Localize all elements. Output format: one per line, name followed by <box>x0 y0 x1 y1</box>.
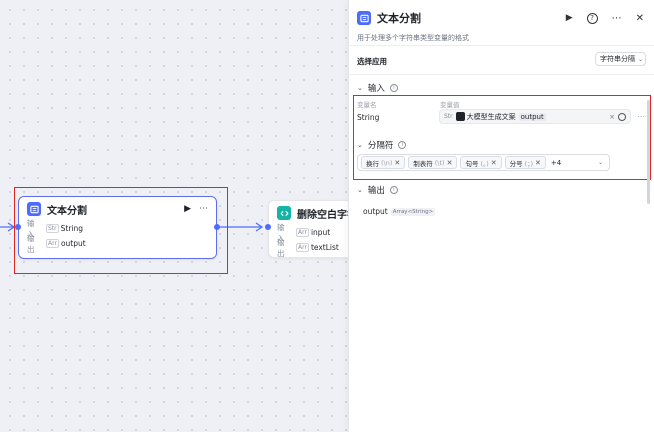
node-output-row: 输出 Arr output <box>27 233 86 254</box>
delimiter-chip[interactable]: 句号 (。) ✕ <box>460 156 502 169</box>
type-badge: Str <box>46 224 59 233</box>
chevron-down-icon: ⌄ <box>357 84 363 92</box>
delimiter-section-header[interactable]: ⌄ 分隔符 i <box>357 139 407 151</box>
remove-icon[interactable]: ✕ <box>447 159 453 167</box>
input-section-header[interactable]: ⌄ 输入 i <box>357 82 398 94</box>
type-badge: Str <box>444 113 453 120</box>
close-icon[interactable]: ✕ <box>636 13 644 24</box>
node-input-row: 输入 Str String <box>27 218 84 239</box>
remove-icon[interactable]: ✕ <box>535 159 541 167</box>
node-title: 文本分割 <box>47 205 87 217</box>
delimiter-chip[interactable]: 换行 (\n) ✕ <box>361 156 406 169</box>
type-badge: Array<String> <box>390 207 436 216</box>
type-badge: Arr <box>296 228 309 237</box>
remove-icon[interactable]: ✕ <box>491 159 497 167</box>
clear-icon[interactable]: × <box>609 113 615 121</box>
remove-icon[interactable]: ✕ <box>394 159 400 167</box>
type-badge: Arr <box>46 239 59 248</box>
panel-title: 文本分割 <box>377 12 421 25</box>
node-config-panel: 文本分割 ▶ ? ⋯ ✕ 用于处理多个字符串类型变量的格式 选择应用 字符串分隔… <box>348 0 654 432</box>
more-icon[interactable]: ⋯ <box>612 13 622 24</box>
col-var-name: 变量名 <box>357 101 377 109</box>
select-app-dropdown[interactable]: 字符串分隔 ⌄ <box>595 52 646 66</box>
delimiter-multiselect[interactable]: 换行 (\n) ✕ 制表符 (\t) ✕ 句号 (。) ✕ 分号 (；) ✕ +4 ⌄ <box>357 154 610 171</box>
input-port[interactable] <box>265 224 271 230</box>
output-var-row: output Array<String> <box>363 207 436 216</box>
info-icon: i <box>398 141 407 149</box>
text-split-icon <box>357 11 371 25</box>
input-var-name: String <box>357 113 380 122</box>
col-var-value: 变量值 <box>440 101 460 109</box>
chevron-down-icon: ⌄ <box>597 159 603 166</box>
panel-scrollbar[interactable] <box>647 100 650 204</box>
input-port[interactable] <box>15 224 21 230</box>
chevron-down-icon: ⌄ <box>357 186 363 194</box>
text-split-icon <box>27 202 41 216</box>
row-more-icon[interactable]: ⋯ <box>637 112 645 121</box>
play-icon[interactable]: ▶ <box>184 204 191 214</box>
divider <box>349 45 654 46</box>
chevron-down-icon: ⌄ <box>357 141 363 149</box>
variable-picker-icon[interactable] <box>618 112 626 121</box>
chevron-down-icon: ⌄ <box>638 55 644 63</box>
panel-description: 用于处理多个字符串类型变量的格式 <box>357 34 469 42</box>
divider <box>349 74 654 75</box>
select-app-label: 选择应用 <box>357 57 387 66</box>
llm-node-icon <box>455 112 465 121</box>
code-icon <box>277 206 291 220</box>
info-icon: i <box>389 84 398 92</box>
run-icon[interactable]: ▶ <box>566 13 573 23</box>
input-var-value[interactable]: Str 大模型生成文案 output × <box>439 109 631 124</box>
type-badge: Arr <box>296 243 309 252</box>
output-section-header[interactable]: ⌄ 输出 i <box>357 184 398 196</box>
output-port[interactable] <box>214 224 220 230</box>
more-chips-count: +4 <box>550 158 562 167</box>
help-icon[interactable]: ? <box>586 12 598 24</box>
delimiter-chip[interactable]: 制表符 (\t) ✕ <box>408 156 458 169</box>
info-icon: i <box>389 186 398 194</box>
node-text-split[interactable]: 文本分割 ▶ ⋯ 输入 Str String 输出 Arr output <box>18 196 217 259</box>
delimiter-chip[interactable]: 分号 (；) ✕ <box>504 156 546 169</box>
more-icon[interactable]: ⋯ <box>199 204 208 214</box>
